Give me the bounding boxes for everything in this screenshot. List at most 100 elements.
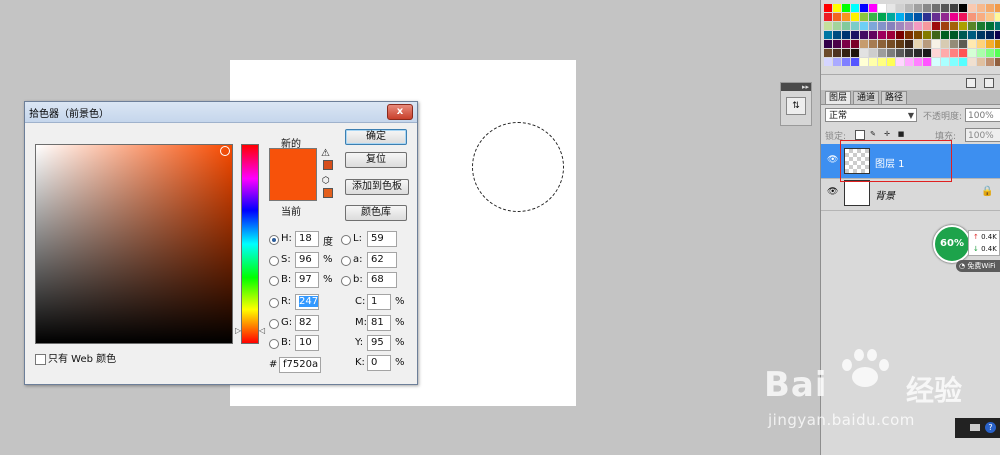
swatch-cell[interactable] <box>968 40 976 48</box>
swatch-cell[interactable] <box>878 22 886 30</box>
g-input[interactable]: 82 <box>295 315 319 331</box>
swatch-cell[interactable] <box>950 13 958 21</box>
swatch-cell[interactable] <box>932 4 940 12</box>
swatch-cell[interactable] <box>905 4 913 12</box>
swatch-cell[interactable] <box>887 58 895 66</box>
swatch-cell[interactable] <box>851 4 859 12</box>
hue-slider-handle-left[interactable]: ▷ <box>235 326 241 335</box>
swatch-cell[interactable] <box>842 22 850 30</box>
web-safe-cube-icon[interactable]: ⬡ <box>322 176 330 186</box>
swatch-cell[interactable] <box>959 13 967 21</box>
swatch-cell[interactable] <box>986 22 994 30</box>
ok-button[interactable]: 确定 <box>345 129 407 145</box>
swatch-cell[interactable] <box>923 22 931 30</box>
swatch-cell[interactable] <box>869 31 877 39</box>
swatch-cell[interactable] <box>896 4 904 12</box>
swatch-cell[interactable] <box>869 49 877 57</box>
swatch-cell[interactable] <box>860 58 868 66</box>
swatch-cell[interactable] <box>914 40 922 48</box>
swatch-cell[interactable] <box>914 58 922 66</box>
tab-channels[interactable]: 通道 <box>853 91 880 104</box>
swatch-cell[interactable] <box>878 13 886 21</box>
swatch-cell[interactable] <box>878 49 886 57</box>
swatch-cell[interactable] <box>950 40 958 48</box>
swatch-cell[interactable] <box>995 49 1000 57</box>
swatch-cell[interactable] <box>824 58 832 66</box>
swatch-cell[interactable] <box>833 4 841 12</box>
swatch-cell[interactable] <box>824 31 832 39</box>
swatch-cell[interactable] <box>950 31 958 39</box>
color-libraries-button[interactable]: 颜色库 <box>345 205 407 221</box>
swatch-cell[interactable] <box>842 31 850 39</box>
swatch-cell[interactable] <box>986 58 994 66</box>
swatch-cell[interactable] <box>959 4 967 12</box>
swatch-cell[interactable] <box>869 13 877 21</box>
swatch-cell[interactable] <box>869 40 877 48</box>
swatch-cell[interactable] <box>941 31 949 39</box>
blend-mode-select[interactable]: 正常 ▼ <box>825 108 917 122</box>
swatch-cell[interactable] <box>977 31 985 39</box>
swatch-cell[interactable] <box>851 13 859 21</box>
hue-slider[interactable] <box>241 144 259 344</box>
tab-paths[interactable]: 路径 <box>881 91 908 104</box>
radio-rgb-b[interactable] <box>269 339 279 349</box>
swatch-cell[interactable] <box>959 49 967 57</box>
swatch-cell[interactable] <box>860 4 868 12</box>
swatch-cell[interactable] <box>977 13 985 21</box>
swatches-panel[interactable] <box>824 4 1000 66</box>
swatch-cell[interactable] <box>914 31 922 39</box>
swatch-cell[interactable] <box>833 49 841 57</box>
swatch-cell[interactable] <box>941 49 949 57</box>
swatch-cell[interactable] <box>995 40 1000 48</box>
current-color-swatch[interactable] <box>269 174 317 201</box>
swatch-cell[interactable] <box>923 40 931 48</box>
swatch-cell[interactable] <box>977 49 985 57</box>
delete-swatch-icon[interactable] <box>984 78 994 88</box>
swatch-cell[interactable] <box>860 31 868 39</box>
wifi-percent-badge[interactable]: 60% <box>933 225 971 263</box>
swatch-cell[interactable] <box>914 13 922 21</box>
swatch-cell[interactable] <box>833 22 841 30</box>
swatch-cell[interactable] <box>977 40 985 48</box>
swatch-cell[interactable] <box>986 40 994 48</box>
swatch-cell[interactable] <box>869 58 877 66</box>
radio-s[interactable] <box>269 256 279 266</box>
swatch-cell[interactable] <box>932 49 940 57</box>
swatch-cell[interactable] <box>896 40 904 48</box>
swatch-cell[interactable] <box>941 4 949 12</box>
radio-l[interactable] <box>341 235 351 245</box>
swatch-cell[interactable] <box>842 4 850 12</box>
swatch-cell[interactable] <box>941 40 949 48</box>
swatch-cell[interactable] <box>968 49 976 57</box>
swatch-cell[interactable] <box>977 58 985 66</box>
swatch-cell[interactable] <box>824 49 832 57</box>
lock-position-icon[interactable]: ✛ <box>883 130 891 138</box>
swatch-cell[interactable] <box>995 13 1000 21</box>
swatch-cell[interactable] <box>842 49 850 57</box>
tab-layers[interactable]: 图层 <box>825 91 852 104</box>
swatch-cell[interactable] <box>905 58 913 66</box>
swatch-cell[interactable] <box>950 22 958 30</box>
eye-icon[interactable]: 👁 <box>827 188 838 197</box>
radio-a[interactable] <box>341 256 351 266</box>
swatch-cell[interactable] <box>923 13 931 21</box>
s-input[interactable]: 96 <box>295 252 319 268</box>
collapsed-panel-dock[interactable]: ▸▸ ⇅ <box>780 82 812 126</box>
a-input[interactable]: 62 <box>367 252 397 268</box>
swatch-cell[interactable] <box>851 58 859 66</box>
color-field[interactable] <box>35 144 233 344</box>
swatch-cell[interactable] <box>842 40 850 48</box>
swatch-cell[interactable] <box>905 22 913 30</box>
swatch-cell[interactable] <box>896 22 904 30</box>
swatch-cell[interactable] <box>968 22 976 30</box>
hue-slider-handle-right[interactable]: ◁ <box>259 326 265 335</box>
reset-button[interactable]: 复位 <box>345 152 407 168</box>
swatch-cell[interactable] <box>932 58 940 66</box>
swatch-cell[interactable] <box>833 40 841 48</box>
swatch-cell[interactable] <box>932 40 940 48</box>
swatch-cell[interactable] <box>860 40 868 48</box>
rgb-b-input[interactable]: 10 <box>295 335 319 351</box>
swatch-cell[interactable] <box>977 4 985 12</box>
swatch-cell[interactable] <box>914 22 922 30</box>
swatch-cell[interactable] <box>995 31 1000 39</box>
